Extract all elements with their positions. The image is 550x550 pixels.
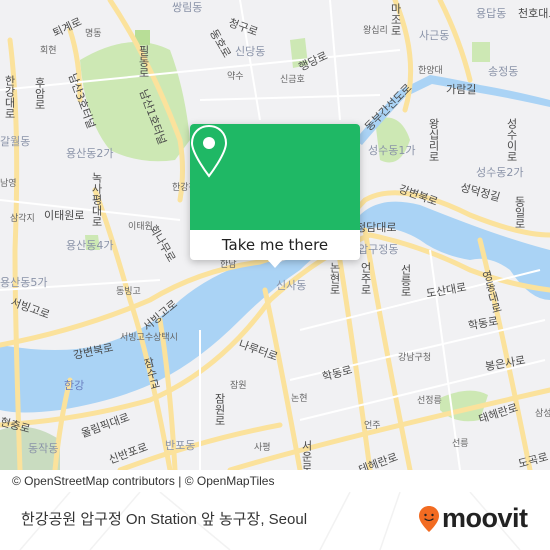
park xyxy=(472,42,490,62)
map-label: 삼각지 xyxy=(10,214,35,224)
map-label: 용산동2가 xyxy=(66,147,114,160)
map-view[interactable]: 퇴계로 명동 회현 쌍림동 필동로 청구로 동호로 신당동 행당로 약수 신금호… xyxy=(0,0,550,470)
map-label: 한강 xyxy=(64,379,85,392)
map-label: 신사동 xyxy=(276,279,307,292)
map-label: 서빙고수상택시 xyxy=(120,333,178,343)
map-label: 약수 xyxy=(227,72,244,82)
popup-header xyxy=(190,124,360,230)
map-label: 명동 xyxy=(85,29,102,39)
footer: 한강공원 압구정 On Station 앞 농구장, Seoul moovit xyxy=(0,492,550,550)
map-label: 잠원로 xyxy=(213,393,226,426)
map-label: 후암로 xyxy=(33,77,46,110)
street xyxy=(239,0,261,121)
street xyxy=(199,94,381,101)
map-label: 사근동 xyxy=(419,29,450,42)
map-label: 회현 xyxy=(40,46,57,56)
map-label: 한양대 xyxy=(418,66,443,76)
moovit-pin-smile-icon xyxy=(419,505,439,532)
map-label: 선정릉 xyxy=(417,396,442,406)
map-label: 사평 xyxy=(254,443,271,453)
map-label: 한남 xyxy=(220,260,237,270)
map-pin-icon xyxy=(190,124,228,178)
map-label: 왕십리 xyxy=(363,26,388,36)
location-popup: Take me there xyxy=(190,124,360,268)
map-label: 용산동4가 xyxy=(66,239,114,252)
map-label: 성수동1가 xyxy=(368,144,416,157)
map-label: 강남구청 xyxy=(398,353,432,363)
map-label: 왕십리로 xyxy=(427,118,440,162)
map-label: 동빙고 xyxy=(116,287,141,297)
map-label: 논현로 xyxy=(328,262,341,295)
attribution-text[interactable]: © OpenStreetMap contributors | © OpenMap… xyxy=(12,474,274,488)
map-label: 압구정동 xyxy=(358,243,399,256)
location-title: 한강공원 압구정 On Station 앞 농구장, Seoul xyxy=(21,511,308,528)
moovit-logo[interactable]: moovit xyxy=(418,503,528,534)
map-label: 송정동 xyxy=(488,65,519,78)
moovit-wordmark: moovit xyxy=(442,503,528,533)
map-label: 성수동2가 xyxy=(476,166,524,179)
map-label: 청담대로 xyxy=(356,221,397,234)
map-label: 한강대로 xyxy=(3,75,16,119)
map-label: 성수이로 xyxy=(505,118,518,162)
map-label: 언주로 xyxy=(359,262,372,295)
map-label: 남영 xyxy=(0,179,17,189)
map-label: 언주 xyxy=(364,421,381,431)
map-label: 동작동 xyxy=(28,442,59,455)
map-label: 선릉로 xyxy=(399,264,412,297)
map-label: 쌍림동 xyxy=(172,1,203,14)
take-me-there-button[interactable]: Take me there xyxy=(190,230,360,260)
map-label: 동일로 xyxy=(513,196,526,229)
map-label: 갈월동 xyxy=(0,135,31,148)
map-label: 가람길 xyxy=(446,83,477,96)
map-label: 잠원 xyxy=(230,381,247,391)
map-label: 마조로 xyxy=(389,3,402,36)
map-label: 용산동5가 xyxy=(0,276,48,289)
map-label: 녹사평대로 xyxy=(90,172,103,227)
street xyxy=(0,49,401,91)
map-label: 천호대로 xyxy=(518,7,550,20)
map-label: 신당동 xyxy=(235,45,266,58)
street xyxy=(329,0,341,121)
map-label: 반포동 xyxy=(165,439,196,452)
map-label: 선릉 xyxy=(452,439,469,449)
map-label: 신금호 xyxy=(280,75,305,85)
map-label: 삼성 xyxy=(535,409,550,419)
popup-tail xyxy=(266,258,284,268)
map-label: 논현 xyxy=(291,394,308,404)
map-label: 필동로 xyxy=(137,45,150,78)
map-label: 이태원로 xyxy=(44,209,85,222)
namsan-park xyxy=(80,42,190,162)
map-label: 용답동 xyxy=(476,7,507,20)
map-label: 서운로 xyxy=(300,440,313,470)
